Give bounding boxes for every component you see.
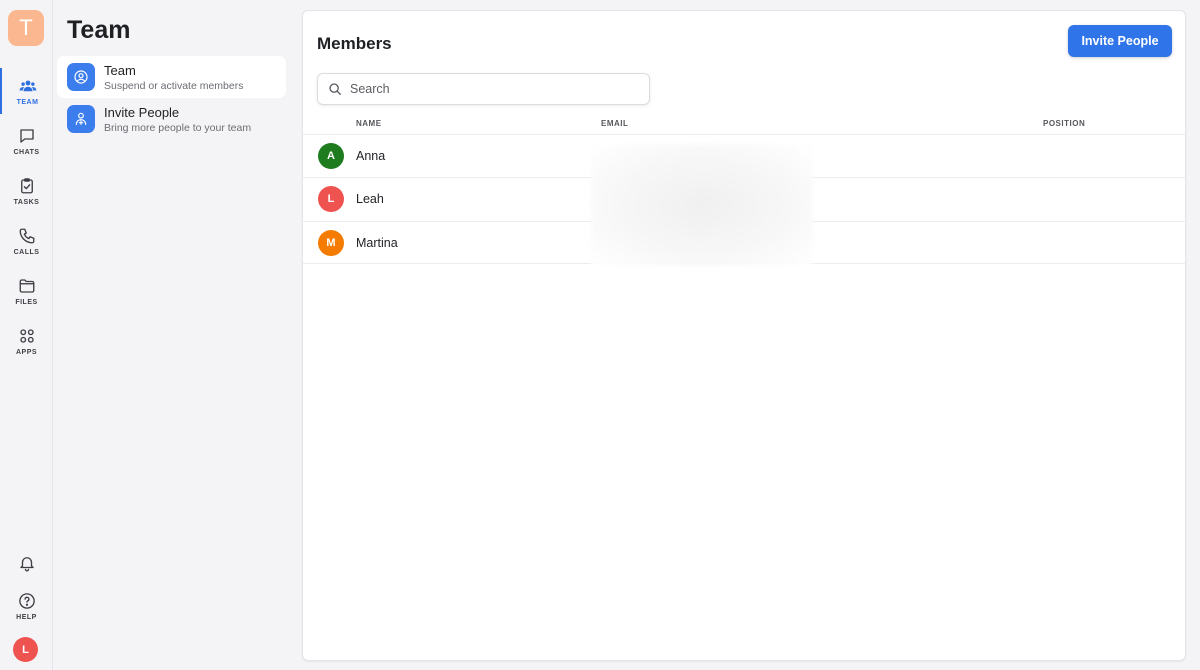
member-name: Martina: [356, 236, 398, 250]
user-avatar[interactable]: L: [13, 637, 38, 662]
add-user-icon: [67, 105, 95, 133]
column-header-name[interactable]: NAME: [356, 119, 382, 128]
member-name: Anna: [356, 149, 386, 163]
sidebar-item-description: Suspend or activate members: [104, 79, 244, 92]
search-box[interactable]: [317, 73, 650, 105]
team-sidebar: Team Team Suspend or activate members In…: [54, 0, 294, 670]
invite-people-button[interactable]: Invite People: [1068, 25, 1172, 57]
member-avatar: M: [318, 230, 344, 256]
search-input[interactable]: [350, 82, 630, 96]
sidebar-item-label: Team: [104, 62, 136, 78]
apps-icon: [19, 328, 34, 343]
rail-item-team[interactable]: TEAM: [0, 68, 53, 114]
bell-icon: [19, 557, 34, 572]
rail-item-calls[interactable]: CALLS: [0, 218, 53, 264]
column-header-email[interactable]: EMAIL: [601, 119, 628, 128]
tasks-icon: [20, 177, 33, 193]
help-button[interactable]: HELP: [0, 583, 53, 629]
rail-label-help: HELP: [16, 613, 37, 621]
rail-label-calls: CALLS: [13, 248, 40, 256]
rail-item-apps[interactable]: APPS: [0, 318, 53, 364]
column-header-position[interactable]: POSITION: [1043, 119, 1085, 128]
search-icon: [329, 83, 341, 95]
rail-item-tasks[interactable]: TASKS: [0, 168, 53, 214]
chat-icon: [19, 128, 34, 143]
folder-icon: [19, 278, 34, 293]
rail-label-files: FILES: [15, 298, 38, 306]
rail-item-files[interactable]: FILES: [0, 268, 53, 314]
notifications-button[interactable]: [0, 540, 53, 586]
icon-rail: T TEAM CHATS TASKS CALLS FILES APPS HELP…: [0, 0, 53, 670]
rail-label-apps: APPS: [15, 348, 38, 356]
members-panel: Members Invite People NAME EMAIL POSITIO…: [302, 10, 1186, 661]
sidebar-item-description: Bring more people to your team: [104, 121, 252, 134]
member-avatar: A: [318, 143, 344, 169]
sidebar-item-invite-people[interactable]: Invite People Bring more people to your …: [57, 98, 286, 140]
sidebar-item-team[interactable]: Team Suspend or activate members: [57, 56, 286, 98]
rail-label-tasks: TASKS: [13, 198, 40, 206]
workspace-avatar[interactable]: T: [8, 10, 44, 46]
redacted-email-region: [591, 144, 813, 266]
phone-icon: [19, 228, 34, 243]
member-name: Leah: [356, 192, 384, 206]
rail-label-chats: CHATS: [13, 148, 40, 156]
page-title: Members: [317, 34, 392, 53]
member-avatar: L: [318, 186, 344, 212]
rail-item-chats[interactable]: CHATS: [0, 118, 53, 164]
sidebar-title: Team: [67, 16, 131, 44]
user-circle-icon: [67, 63, 95, 91]
sidebar-item-label: Invite People: [104, 104, 180, 120]
rail-label-team: TEAM: [16, 98, 39, 106]
help-icon: [18, 592, 35, 609]
team-icon: [19, 80, 36, 91]
